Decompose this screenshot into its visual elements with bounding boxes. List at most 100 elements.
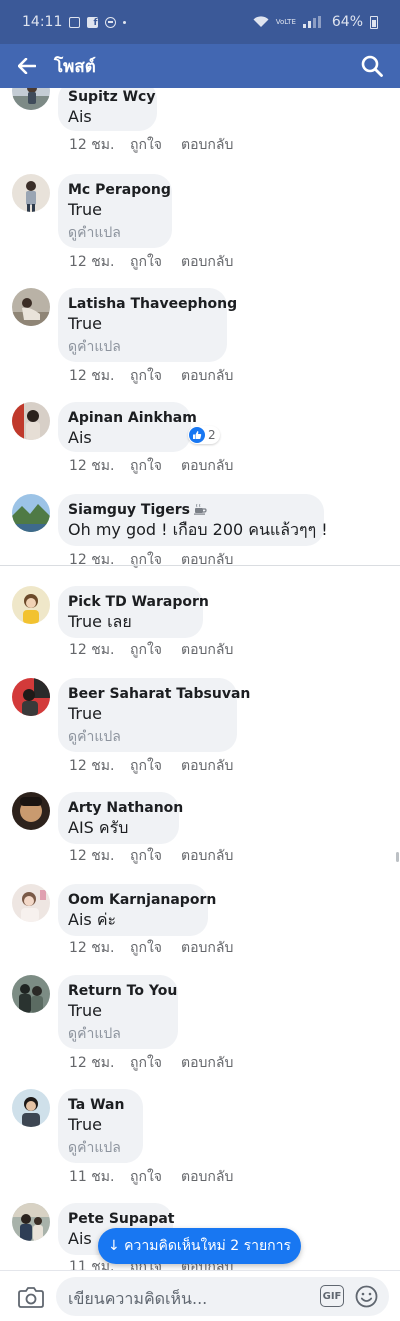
- like-link[interactable]: ถูกใจ: [130, 937, 181, 959]
- avatar[interactable]: [12, 678, 50, 716]
- like-link[interactable]: ถูกใจ: [130, 845, 181, 867]
- facebook-icon: f: [87, 16, 99, 28]
- see-translation-link[interactable]: ดูคำแปล: [68, 223, 161, 243]
- battery-icon: [370, 15, 378, 29]
- comment-meta: 11 ชม. ถูกใจ ตอบกลับ: [69, 1166, 233, 1188]
- like-link[interactable]: ถูกใจ: [130, 1052, 181, 1074]
- comment-text: Ais ค่ะ: [68, 910, 117, 929]
- avatar[interactable]: [12, 288, 50, 326]
- like-link[interactable]: ถูกใจ: [130, 755, 181, 777]
- see-translation-link[interactable]: ดูคำแปล: [68, 337, 216, 357]
- comment-bubble[interactable]: Beer Saharat Tabsuvan True ดูคำแปล: [58, 678, 250, 752]
- gif-button[interactable]: GIF: [320, 1285, 344, 1307]
- like-link[interactable]: ถูกใจ: [130, 455, 181, 477]
- comment-text: True: [68, 1115, 102, 1134]
- like-link[interactable]: ถูกใจ: [130, 639, 181, 661]
- comment-time: 12 ชม.: [69, 940, 115, 956]
- reply-link[interactable]: ตอบกลับ: [181, 755, 233, 777]
- reply-link[interactable]: ตอบกลับ: [181, 251, 233, 273]
- search-button[interactable]: [344, 44, 400, 88]
- comment-text: Ais: [68, 428, 92, 447]
- status-time: 14:11: [22, 14, 63, 30]
- like-link[interactable]: ถูกใจ: [130, 134, 181, 156]
- comment-bubble[interactable]: Ta Wan True ดูคำแปล: [58, 1089, 143, 1163]
- comment-bubble[interactable]: Siamguy Tigers Oh my god ! เกือบ 200 คนแ…: [58, 494, 328, 546]
- comment-text: True เลย: [68, 612, 132, 631]
- comment-time: 12 ชม.: [69, 552, 115, 568]
- battery-percent: 64%: [331, 14, 363, 30]
- comment-meta: 12 ชม. ถูกใจ ตอบกลับ: [69, 549, 233, 571]
- comment-meta: 12 ชม. ถูกใจ ตอบกลับ: [69, 455, 233, 477]
- comment-input-container[interactable]: เขียนความคิดเห็น... GIF: [56, 1277, 389, 1316]
- commenter-name[interactable]: Return To You: [68, 982, 177, 1000]
- reply-link[interactable]: ตอบกลับ: [181, 937, 233, 959]
- comment-text: True: [68, 1001, 102, 1020]
- reaction-summary[interactable]: 2: [188, 426, 220, 444]
- reply-link[interactable]: ตอบกลับ: [181, 1052, 233, 1074]
- reply-link[interactable]: ตอบกลับ: [181, 549, 233, 571]
- avatar[interactable]: [12, 494, 50, 532]
- commenter-name[interactable]: Pick TD Waraporn: [68, 593, 209, 611]
- comment-bubble[interactable]: Apinan Ainkham Ais: [58, 402, 197, 452]
- volte-indicator: VoLTE: [275, 18, 296, 26]
- see-translation-link[interactable]: ดูคำแปล: [68, 727, 226, 747]
- commenter-name[interactable]: Mc Perapong: [68, 181, 171, 199]
- new-comments-button[interactable]: ↓ ความคิดเห็นใหม่ 2 รายการ: [98, 1228, 301, 1264]
- avatar[interactable]: [12, 975, 50, 1013]
- commenter-name[interactable]: Beer Saharat Tabsuvan: [68, 685, 250, 703]
- see-translation-link[interactable]: ดูคำแปล: [68, 1138, 132, 1158]
- avatar[interactable]: [12, 586, 50, 624]
- reply-link[interactable]: ตอบกลับ: [181, 134, 233, 156]
- reply-link[interactable]: ตอบกลับ: [181, 1166, 233, 1188]
- gif-label: GIF: [322, 1290, 342, 1302]
- like-link[interactable]: ถูกใจ: [130, 1166, 181, 1188]
- comment-time: 12 ชม.: [69, 1055, 115, 1071]
- reply-link[interactable]: ตอบกลับ: [181, 455, 233, 477]
- commenter-name[interactable]: Siamguy Tigers: [68, 502, 190, 518]
- coffee-cup-icon: [194, 504, 207, 515]
- comment-bubble[interactable]: Latisha Thaveephong True ดูคำแปล: [58, 288, 237, 362]
- like-link[interactable]: ถูกใจ: [130, 549, 181, 571]
- notification-dot-icon: [123, 20, 127, 24]
- commenter-name[interactable]: Supitz Wcy: [68, 88, 155, 106]
- camera-icon[interactable]: [18, 1285, 44, 1309]
- see-translation-link[interactable]: ดูคำแปล: [68, 1024, 167, 1044]
- commenter-name[interactable]: Arty Nathanon: [68, 799, 183, 817]
- avatar[interactable]: [12, 792, 50, 830]
- commenter-name[interactable]: Oom Karnjanaporn: [68, 891, 216, 909]
- avatar[interactable]: [12, 88, 50, 110]
- comment-input[interactable]: เขียนความคิดเห็น...: [68, 1287, 207, 1312]
- back-button[interactable]: [0, 44, 54, 88]
- avatar[interactable]: [12, 1089, 50, 1127]
- avatar[interactable]: [12, 402, 50, 440]
- commenter-name[interactable]: Apinan Ainkham: [68, 409, 197, 427]
- comment-text: AIS ครับ: [68, 818, 129, 837]
- comment-text: True: [68, 704, 102, 723]
- reply-link[interactable]: ตอบกลับ: [181, 845, 233, 867]
- new-comments-label: ↓ ความคิดเห็นใหม่ 2 รายการ: [107, 1238, 292, 1254]
- comment-bubble[interactable]: Return To You True ดูคำแปล: [58, 975, 178, 1049]
- avatar[interactable]: [12, 1203, 50, 1241]
- commenter-name[interactable]: Pete Supapat: [68, 1210, 175, 1228]
- comment-bubble[interactable]: Mc Perapong True ดูคำแปล: [58, 174, 172, 248]
- comment-meta: 12 ชม. ถูกใจ ตอบกลับ: [69, 1052, 233, 1074]
- like-link[interactable]: ถูกใจ: [130, 251, 181, 273]
- status-bar: 14:11 f VoLTE 64%: [0, 0, 400, 44]
- comment-bubble[interactable]: Oom Karnjanaporn Ais ค่ะ: [58, 884, 216, 936]
- commenter-name[interactable]: Ta Wan: [68, 1096, 132, 1114]
- reply-link[interactable]: ตอบกลับ: [181, 365, 233, 387]
- emoji-icon[interactable]: [355, 1285, 378, 1308]
- comment-bubble[interactable]: Supitz Wcy Ais: [58, 88, 157, 131]
- avatar[interactable]: [12, 174, 50, 212]
- comment-bubble[interactable]: Arty Nathanon AIS ครับ: [58, 792, 183, 844]
- avatar[interactable]: [12, 884, 50, 922]
- comment-bubble[interactable]: Pick TD Waraporn True เลย: [58, 586, 209, 638]
- top-navigation-bar: โพสต์: [0, 44, 400, 88]
- commenter-name[interactable]: Latisha Thaveephong: [68, 295, 237, 313]
- scrollbar-thumb[interactable]: [396, 852, 399, 862]
- comment-time: 12 ชม.: [69, 458, 115, 474]
- like-link[interactable]: ถูกใจ: [130, 365, 181, 387]
- commenter-name-row: Siamguy Tigers: [68, 501, 313, 519]
- reply-link[interactable]: ตอบกลับ: [181, 639, 233, 661]
- comment-time: 12 ชม.: [69, 642, 115, 658]
